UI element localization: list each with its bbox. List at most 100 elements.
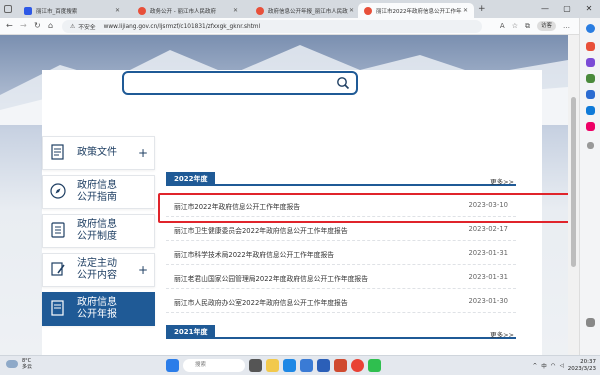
nav-disclosure-guide[interactable]: 政府信息 公开指南 [42,175,155,209]
close-tab-icon[interactable]: ✕ [115,7,120,14]
add-icon[interactable] [587,142,594,149]
left-nav: 政策文件 + 政府信息 公开指南 政府信息 公开制度 法定主动 公开内容 + 政… [42,136,155,331]
close-tab-icon[interactable]: ✕ [463,7,468,14]
compass-icon [43,182,73,202]
nav-disclosure-system[interactable]: 政府信息 公开制度 [42,214,155,248]
url-field[interactable]: ⚠ 不安全 www.lijiang.gov.cn/ljsrmzf/c101831… [62,20,482,33]
outlook-icon[interactable] [586,106,595,115]
report-title-link[interactable]: 丽江市2022年政府信息公开工作年度报告 [174,201,300,211]
browser-tab-4-active[interactable]: 丽江市2022年政府信息公开工作年 ✕ [358,3,474,18]
more-menu-icon[interactable]: … [563,22,570,30]
more-link[interactable]: 更多>> [490,329,514,339]
gov-favicon-icon [138,6,146,15]
page-scrollbar[interactable] [568,35,579,355]
edge-icon[interactable] [283,359,296,372]
nav-label: 政策文件 [77,147,117,158]
close-window-icon[interactable]: ✕ [578,0,600,18]
year-section-header: 2021年度 更多>> [166,325,516,339]
weather-widget[interactable]: 8°C 多云 [6,358,32,370]
expand-plus-icon[interactable]: + [138,146,148,160]
browser-tab-3[interactable]: 政府信息公开年报_丽江市人民政 ✕ [250,3,360,18]
nav-label: 法定主动 公开内容 [77,258,117,281]
maximize-icon[interactable]: ▢ [556,0,578,18]
nav-statutory-content[interactable]: 法定主动 公开内容 + [42,253,155,287]
favorite-star-icon[interactable]: ☆ [512,22,518,30]
report-date: 2023-01-31 [468,273,508,281]
report-title-link[interactable]: 丽江市卫生健康委员会2022年政府信息公开工作年度报告 [174,225,348,235]
address-bar: ← → ↻ ⌂ ⚠ 不安全 www.lijiang.gov.cn/ljsrmzf… [0,18,600,35]
task-view-icon[interactable] [249,359,262,372]
browser-tab-2[interactable]: 政务公开 - 丽江市人民政府 ✕ [132,3,244,18]
browser-tab-1[interactable]: 丽江市_百度搜索 ✕ [18,3,126,18]
list-item[interactable]: 丽江老君山国家公园管理局2022年度政府信息公开工作年度报告 2023-01-3… [166,265,516,289]
list-item[interactable]: 丽江市人民政府办公室2022年政府信息公开工作年度报告 2023-01-30 [166,289,516,313]
volume-icon[interactable]: ◁ [560,363,564,369]
app-icon[interactable] [334,359,347,372]
wechat-icon[interactable] [368,359,381,372]
tab-label: 政府信息公开年报_丽江市人民政 [268,8,348,15]
nav-label: 政府信息 公开制度 [77,219,117,242]
year-tab[interactable]: 2021年度 [166,325,216,339]
bing-chat-icon[interactable] [586,24,595,33]
read-aloud-icon[interactable]: A [500,22,505,30]
sidebar-settings-icon[interactable] [586,318,595,327]
year-tab[interactable]: 2022年度 [166,172,216,186]
url-text: www.lijiang.gov.cn/ljsrmzf/c101831/zfxxg… [103,23,261,30]
report-date: 2023-02-17 [468,225,508,233]
home-icon[interactable]: ⌂ [48,21,53,30]
taskbar-search[interactable]: 搜索 [183,359,245,372]
report-title-link[interactable]: 丽江市人民政府办公室2022年政府信息公开工作年度报告 [174,297,348,307]
report-title-link[interactable]: 丽江市科学技术局2022年政府信息公开工作年度报告 [174,249,334,259]
report-title-link[interactable]: 丽江老君山国家公园管理局2022年度政府信息公开工作年度报告 [174,273,368,283]
expand-plus-icon[interactable]: + [138,263,148,277]
chrome-icon[interactable] [351,359,364,372]
report-list: 丽江市2022年政府信息公开工作年度报告 2023-03-10 丽江市卫生健康委… [166,193,516,313]
list-item[interactable]: 丽江市2022年政府信息公开工作年度报告 2023-03-10 [166,193,516,217]
tab-actions-icon[interactable] [4,5,12,13]
back-icon[interactable]: ← [6,21,13,30]
list-item[interactable]: 丽江市科学技术局2022年政府信息公开工作年度报告 2023-01-31 [166,241,516,265]
new-tab-button[interactable]: + [478,4,486,14]
insecure-label: 不安全 [78,25,96,31]
file-explorer-icon[interactable] [266,359,279,372]
tools-icon[interactable] [586,58,595,67]
list-item[interactable]: 丽江市卫生健康委员会2022年政府信息公开工作年度报告 2023-02-17 [166,217,516,241]
close-tab-icon[interactable]: ✕ [349,7,354,14]
office-icon[interactable] [586,90,595,99]
start-icon[interactable] [166,359,179,372]
weather-text: 8°C 多云 [22,358,33,370]
lang-indicator[interactable]: 中 [541,362,547,370]
report-icon [43,299,73,319]
refresh-icon[interactable]: ↻ [34,21,41,30]
collections-icon[interactable]: ⧉ [525,22,530,31]
gov-favicon-icon [256,6,264,15]
shopping-icon[interactable] [586,42,595,51]
tray-chevron-icon[interactable]: ^ [533,363,538,369]
tab-label: 丽江市2022年政府信息公开工作年 [376,8,462,15]
nav-policy-documents[interactable]: 政策文件 + [42,136,155,170]
store-icon[interactable] [300,359,313,372]
search-icon[interactable] [336,76,350,90]
tab-label: 丽江市_百度搜索 [36,8,78,15]
nav-label: 政府信息 公开年报 [77,297,117,320]
baidu-favicon-icon [24,6,32,15]
wifi-icon[interactable]: ◠ [551,363,556,369]
tab-bar: 丽江市_百度搜索 ✕ 政务公开 - 丽江市人民政府 ✕ 政府信息公开年报_丽江市… [0,0,600,18]
nav-label: 政府信息 公开指南 [77,180,117,203]
close-tab-icon[interactable]: ✕ [233,7,238,14]
games-icon[interactable] [586,74,595,83]
clock[interactable]: 20:37 2023/3/23 [568,359,596,373]
year-section-header: 2022年度 更多>> [166,172,516,186]
nav-annual-reports[interactable]: 政府信息 公开年报 [42,292,155,326]
gov-favicon-icon [364,6,372,15]
more-link[interactable]: 更多>> [490,176,514,186]
site-search-box[interactable] [122,71,358,95]
report-date: 2023-03-10 [468,201,508,209]
forward-icon[interactable]: → [20,21,27,30]
minimize-icon[interactable]: — [534,0,556,18]
scrollbar-thumb[interactable] [571,97,576,267]
warning-icon: ⚠ [70,23,76,30]
profile-button[interactable]: 访客 [536,21,556,31]
drop-icon[interactable] [586,122,595,131]
word-icon[interactable] [317,359,330,372]
